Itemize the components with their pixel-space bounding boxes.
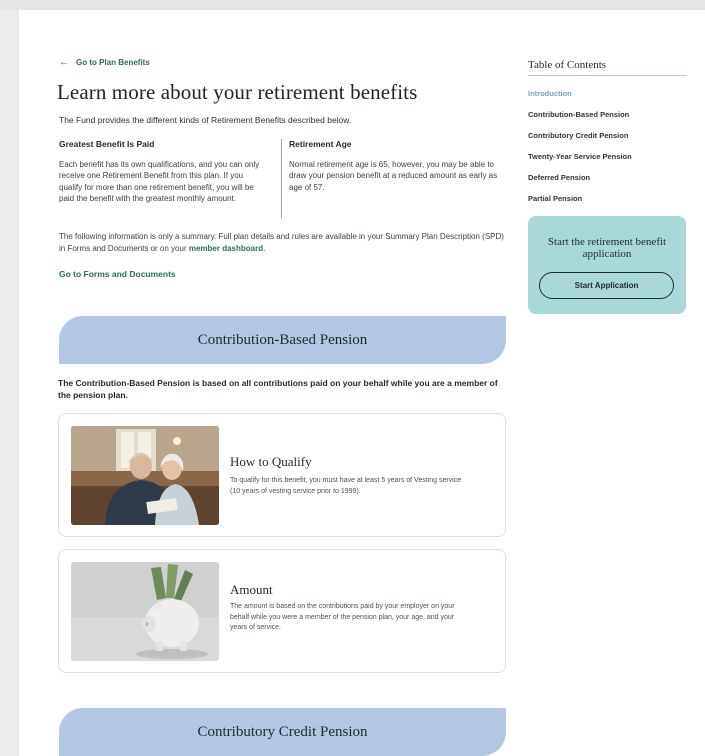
retirement-age-heading: Retirement Age	[289, 139, 352, 149]
toc-item-partial-pension[interactable]: Partial Pension	[528, 194, 632, 215]
retirement-age-column: Retirement Age Normal retirement age is …	[289, 139, 504, 193]
arrow-left-icon: ←	[59, 57, 69, 68]
toc-item-twenty-year-service-pension[interactable]: Twenty-Year Service Pension	[528, 152, 632, 173]
summary-body: The following information is only a summ…	[59, 232, 504, 253]
summary-end: .	[263, 243, 266, 253]
card-text: The amount is based on the contributions…	[230, 603, 455, 631]
start-application-button[interactable]: Start Application	[539, 272, 674, 299]
back-link-label: Go to Plan Benefits	[76, 58, 150, 67]
toc-item-contribution-based-pension[interactable]: Contribution-Based Pension	[528, 110, 632, 131]
card-text: To qualify for this benefit, you must ha…	[230, 477, 462, 495]
toc-title: Table of Contents	[528, 59, 607, 71]
piggy-bank-photo	[71, 562, 219, 661]
benefit-paid-column: Greatest Benefit Is Paid Each benefit ha…	[59, 139, 266, 205]
column-divider	[281, 139, 282, 218]
section-title: Contribution-Based Pension	[197, 331, 368, 348]
card-title: How to Qualify	[230, 454, 312, 469]
summary-text: The following information is only a summ…	[59, 231, 507, 254]
senior-couple-photo	[71, 426, 219, 525]
retirement-age-text: Normal retirement age is 65, however, yo…	[289, 159, 498, 192]
page-content: ← Go to Plan Benefits Learn more about y…	[19, 10, 705, 756]
how-to-qualify-card: How to Qualify To qualify for this benef…	[58, 413, 506, 537]
page-title: Learn more about your retirement benefit…	[57, 80, 418, 104]
toc-item-introduction[interactable]: Introduction	[528, 89, 632, 110]
benefit-paid-heading: Greatest Benefit Is Paid	[59, 139, 155, 149]
intro-text: The Fund provides the different kinds of…	[59, 115, 352, 125]
toc-divider	[528, 75, 687, 76]
section-description: The Contribution-Based Pension is based …	[58, 378, 498, 400]
back-to-plan-benefits-link[interactable]: ← Go to Plan Benefits	[59, 57, 150, 68]
section-banner-contributory-credit: Contributory Credit Pension	[59, 708, 506, 756]
benefit-paid-text: Each benefit has its own qualifications,…	[59, 159, 260, 204]
start-application-panel: Start the retirement benefit application…	[528, 216, 686, 314]
forms-documents-link[interactable]: Go to Forms and Documents	[59, 269, 176, 279]
member-dashboard-link[interactable]: member dashboard	[189, 244, 263, 253]
cta-text: Start the retirement benefit application	[547, 236, 667, 260]
table-of-contents: Introduction Contribution-Based Pension …	[528, 89, 632, 215]
section-title: Contributory Credit Pension	[197, 723, 368, 740]
toc-item-contributory-credit-pension[interactable]: Contributory Credit Pension	[528, 131, 632, 152]
section-banner-contribution-based: Contribution-Based Pension	[59, 316, 506, 364]
card-title: Amount	[230, 582, 273, 597]
toc-item-deferred-pension[interactable]: Deferred Pension	[528, 173, 632, 194]
amount-card: Amount The amount is based on the contri…	[58, 549, 506, 673]
top-strip	[0, 0, 705, 10]
